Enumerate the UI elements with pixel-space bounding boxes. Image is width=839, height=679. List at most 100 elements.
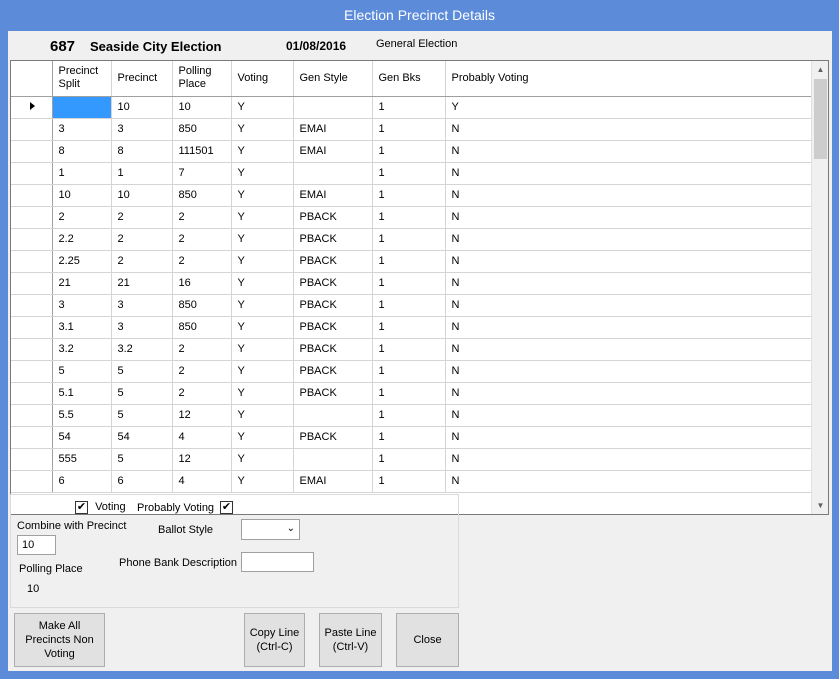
table-row[interactable]: 2.25 2 2 Y PBACK 1 N (11, 250, 824, 273)
cell-polling-place[interactable]: 4 (172, 426, 232, 449)
cell-precinct[interactable]: 2 (111, 228, 173, 251)
cell-gen-style[interactable]: PBACK (293, 228, 373, 251)
cell-gen-style[interactable]: PBACK (293, 360, 373, 383)
cell-gen-bks[interactable]: 1 (372, 470, 446, 493)
cell-precinct[interactable]: 5 (111, 360, 173, 383)
cell-polling-place[interactable]: 16 (172, 272, 232, 295)
row-header[interactable] (11, 140, 53, 163)
cell-gen-style[interactable]: PBACK (293, 338, 373, 361)
cell-polling-place[interactable]: 850 (172, 294, 232, 317)
row-header[interactable] (11, 426, 53, 449)
cell-precinct-split[interactable]: 555 (52, 448, 112, 471)
cell-gen-bks[interactable]: 1 (372, 228, 446, 251)
cell-precinct-split[interactable]: 8 (52, 140, 112, 163)
cell-polling-place[interactable]: 12 (172, 404, 232, 427)
table-row[interactable]: 3 3 850 Y PBACK 1 N (11, 294, 824, 317)
cell-polling-place[interactable]: 12 (172, 448, 232, 471)
row-header[interactable] (11, 228, 53, 251)
cell-gen-style[interactable]: EMAI (293, 470, 373, 493)
cell-voting[interactable]: Y (231, 404, 294, 427)
ballot-style-select[interactable]: ⌄ (241, 519, 300, 540)
cell-gen-bks[interactable]: 1 (372, 338, 446, 361)
table-row[interactable]: 2 2 2 Y PBACK 1 N (11, 206, 824, 229)
cell-voting[interactable]: Y (231, 96, 294, 119)
cell-precinct[interactable]: 10 (111, 184, 173, 207)
cell-polling-place[interactable]: 111501 (172, 140, 232, 163)
cell-precinct-split[interactable]: 2.2 (52, 228, 112, 251)
cell-voting[interactable]: Y (231, 250, 294, 273)
cell-precinct-split[interactable]: 5.5 (52, 404, 112, 427)
probably-voting-checkbox[interactable]: ✔ (220, 501, 233, 514)
cell-polling-place[interactable]: 2 (172, 360, 232, 383)
cell-gen-style[interactable]: PBACK (293, 206, 373, 229)
row-header[interactable] (11, 96, 53, 119)
cell-voting[interactable]: Y (231, 184, 294, 207)
cell-precinct[interactable]: 2 (111, 250, 173, 273)
cell-probably-voting[interactable]: N (445, 470, 812, 493)
cell-probably-voting[interactable]: N (445, 272, 812, 295)
cell-probably-voting[interactable]: N (445, 382, 812, 405)
table-row[interactable]: 555 5 12 Y 1 N (11, 448, 824, 471)
cell-probably-voting[interactable]: N (445, 206, 812, 229)
row-header[interactable] (11, 316, 53, 339)
cell-gen-bks[interactable]: 1 (372, 250, 446, 273)
cell-polling-place[interactable]: 4 (172, 470, 232, 493)
cell-precinct[interactable]: 1 (111, 162, 173, 185)
cell-polling-place[interactable]: 10 (172, 96, 232, 119)
row-header[interactable] (11, 272, 53, 295)
cell-gen-bks[interactable]: 1 (372, 426, 446, 449)
cell-precinct[interactable]: 21 (111, 272, 173, 295)
cell-precinct-split[interactable]: 5 (52, 360, 112, 383)
close-button[interactable]: Close (396, 613, 459, 667)
cell-gen-style[interactable] (293, 96, 373, 119)
row-header[interactable] (11, 206, 53, 229)
cell-probably-voting[interactable]: N (445, 404, 812, 427)
cell-precinct-split[interactable]: 10 (52, 184, 112, 207)
cell-voting[interactable]: Y (231, 448, 294, 471)
cell-probably-voting[interactable]: N (445, 294, 812, 317)
column-header-polling-place[interactable]: Polling Place (172, 61, 232, 97)
cell-voting[interactable]: Y (231, 294, 294, 317)
cell-precinct-split[interactable]: 5.1 (52, 382, 112, 405)
cell-precinct[interactable]: 8 (111, 140, 173, 163)
cell-precinct-split[interactable]: 2.25 (52, 250, 112, 273)
cell-polling-place[interactable]: 2 (172, 338, 232, 361)
cell-polling-place[interactable]: 2 (172, 206, 232, 229)
table-row[interactable]: 2.2 2 2 Y PBACK 1 N (11, 228, 824, 251)
cell-gen-style[interactable]: PBACK (293, 250, 373, 273)
cell-precinct[interactable]: 10 (111, 96, 173, 119)
table-row[interactable]: 3.2 3.2 2 Y PBACK 1 N (11, 338, 824, 361)
cell-gen-bks[interactable]: 1 (372, 360, 446, 383)
cell-precinct[interactable]: 3.2 (111, 338, 173, 361)
cell-precinct[interactable]: 5 (111, 382, 173, 405)
cell-polling-place[interactable]: 2 (172, 382, 232, 405)
cell-polling-place[interactable]: 850 (172, 118, 232, 141)
cell-gen-bks[interactable]: 1 (372, 382, 446, 405)
cell-polling-place[interactable]: 2 (172, 228, 232, 251)
table-row[interactable]: 6 6 4 Y EMAI 1 N (11, 470, 824, 493)
table-row[interactable]: 8 8 111501 Y EMAI 1 N (11, 140, 824, 163)
cell-voting[interactable]: Y (231, 316, 294, 339)
cell-probably-voting[interactable]: N (445, 118, 812, 141)
table-row[interactable]: 5.1 5 2 Y PBACK 1 N (11, 382, 824, 405)
cell-precinct-split[interactable]: 21 (52, 272, 112, 295)
cell-voting[interactable]: Y (231, 470, 294, 493)
row-header[interactable] (11, 470, 53, 493)
cell-voting[interactable]: Y (231, 140, 294, 163)
cell-precinct-split[interactable]: 3.2 (52, 338, 112, 361)
cell-probably-voting[interactable]: N (445, 448, 812, 471)
cell-precinct-split[interactable]: 3.1 (52, 316, 112, 339)
column-header-precinct[interactable]: Precinct (111, 61, 173, 97)
cell-gen-bks[interactable]: 1 (372, 316, 446, 339)
row-header[interactable] (11, 382, 53, 405)
cell-gen-bks[interactable]: 1 (372, 140, 446, 163)
cell-gen-style[interactable]: PBACK (293, 426, 373, 449)
table-row[interactable]: 10 10 Y 1 Y (11, 96, 824, 119)
cell-gen-bks[interactable]: 1 (372, 294, 446, 317)
scroll-thumb[interactable] (814, 79, 827, 159)
cell-gen-style[interactable] (293, 448, 373, 471)
column-header-precinct-split[interactable]: Precinct Split (52, 61, 112, 97)
cell-voting[interactable]: Y (231, 338, 294, 361)
cell-voting[interactable]: Y (231, 360, 294, 383)
cell-precinct[interactable]: 3 (111, 316, 173, 339)
